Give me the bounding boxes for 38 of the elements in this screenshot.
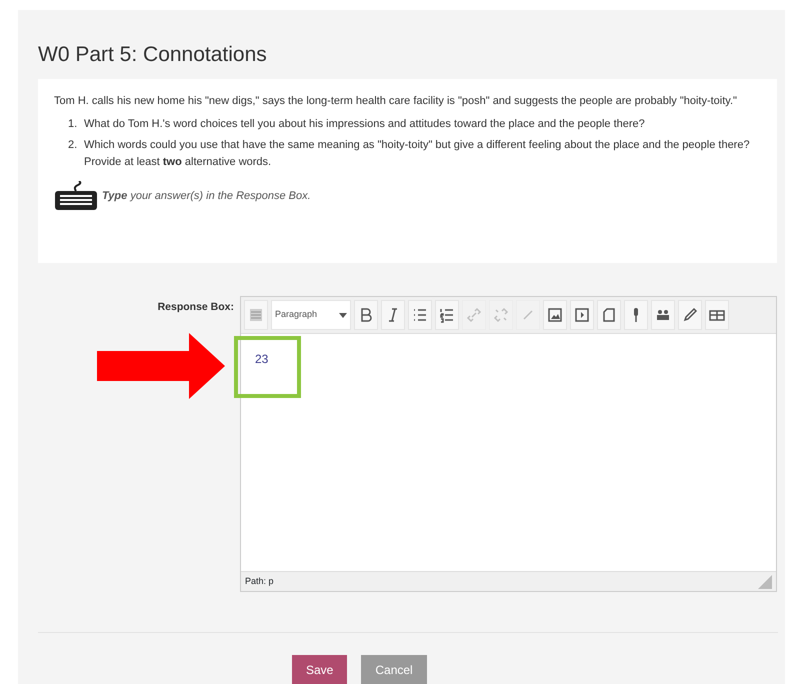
bullet-list-icon [412, 307, 428, 324]
pencil-icon [682, 307, 698, 324]
keyboard-icon [54, 181, 98, 212]
table-button[interactable] [705, 300, 729, 330]
media-icon [574, 307, 590, 324]
media-button[interactable] [570, 300, 594, 330]
highlight-frame [234, 336, 301, 398]
numbered-list-button[interactable] [435, 300, 459, 330]
people-button[interactable] [651, 300, 675, 330]
image-button[interactable] [543, 300, 567, 330]
question-number: 1. [68, 117, 78, 132]
broken-link-icon [493, 307, 509, 324]
format-dropdown[interactable]: Paragraph [271, 300, 351, 330]
italic-button[interactable] [381, 300, 405, 330]
question-number: 2. [68, 138, 78, 154]
bold-button[interactable] [354, 300, 378, 330]
bullet-list-button[interactable] [408, 300, 432, 330]
file-icon [601, 307, 617, 324]
image-icon [547, 307, 563, 324]
pencil-button[interactable] [678, 300, 702, 330]
link-icon [466, 307, 482, 324]
caret-icon [339, 312, 347, 318]
path-text: Path: p [245, 575, 274, 588]
response-editor[interactable]: Paragraph 23 Path: p [240, 296, 777, 592]
file-button[interactable] [597, 300, 621, 330]
menu-icon [248, 307, 264, 324]
resize-handle-icon[interactable] [758, 575, 772, 590]
question-text: What do Tom H.'s word choices tell you about his impressions and attitudes toward the place and the people there? [84, 117, 645, 132]
microphone-button[interactable] [624, 300, 648, 330]
response-label: Response Box: [156, 300, 235, 316]
question-intro: Tom H. calls his new home his "new digs," says the long-term health care facility is "posh" and suggests the people are probably "hoity-toity." [54, 94, 738, 110]
menu-button[interactable] [244, 300, 268, 330]
instruction-text: Type your answer(s) in the Response Box. [102, 188, 311, 204]
page-title: W0 Part 5: Connotations [38, 42, 268, 68]
question-text: Which words could you use that have the same meaning as "hoity-toity" but give a different feeling about the place and the people there? Provide at least two alternative words. [84, 138, 751, 170]
numbered-list-icon [439, 307, 455, 324]
response-text[interactable]: 23 [241, 334, 776, 572]
save-button[interactable]: Save [292, 655, 348, 684]
